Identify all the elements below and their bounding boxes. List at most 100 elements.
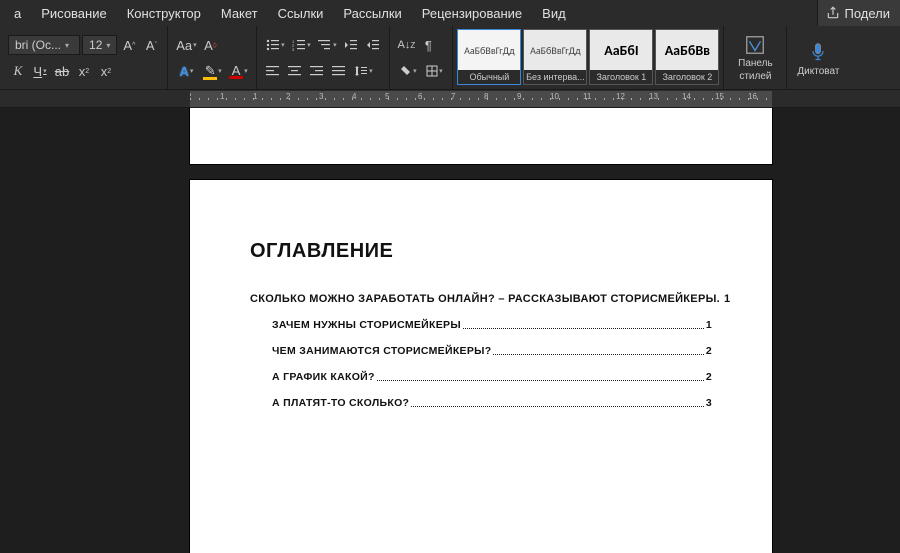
subscript-button[interactable]: x2 [74, 60, 94, 82]
toc-page: 2 [706, 371, 712, 383]
styles-pane-group: Панель стилей [724, 26, 787, 89]
toc-entry[interactable]: А ПЛАТЯТ-ТО СКОЛЬКО? 3 [250, 397, 712, 409]
increase-font-button[interactable]: A^ [119, 34, 139, 56]
ruler-tick: 5 [385, 92, 389, 101]
menu-item[interactable]: Рецензирование [412, 2, 532, 25]
horizontal-ruler[interactable]: 2112345678910111213141516 [190, 91, 772, 107]
menu-item[interactable]: Макет [211, 2, 268, 25]
ruler-tick: 8 [484, 92, 488, 101]
font-size-selector[interactable]: 12▾ [82, 35, 117, 55]
share-label: Подели [844, 6, 890, 21]
menu-item[interactable]: Рассылки [333, 2, 411, 25]
ruler-tick: 12 [616, 92, 625, 101]
ruler-tick: 7 [451, 92, 455, 101]
ruler-tick: 6 [418, 92, 422, 101]
menu-item[interactable]: Вид [532, 2, 576, 25]
numbering-button[interactable]: 123▾ [289, 34, 313, 56]
toc-text: А ГРАФИК КАКОЙ? [272, 371, 375, 383]
paragraph-extra-group: A↓Z ¶ ▾ ▾ [390, 26, 453, 89]
toc-entry[interactable]: А ГРАФИК КАКОЙ? 2 [250, 371, 712, 383]
toc-text: СКОЛЬКО МОЖНО ЗАРАБОТАТЬ ОНЛАЙН? – РАССК… [250, 293, 720, 305]
menu-item[interactable]: Ссылки [268, 2, 334, 25]
ruler-tick: 4 [352, 92, 356, 101]
highlight-button[interactable]: ✎▾ [200, 60, 224, 82]
increase-indent-button[interactable] [363, 34, 383, 56]
styles-pane-button[interactable]: Панель стилей [730, 30, 780, 86]
toc-page: 1 [706, 319, 712, 331]
toc-text: ЗАЧЕМ НУЖНЫ СТОРИСМЕЙКЕРЫ [272, 319, 461, 331]
style-normal[interactable]: АаБбВвГгДд Обычный [457, 29, 521, 85]
font-effects-group: Aa▾ A◊ A▾ ✎▾ A▾ [168, 26, 257, 89]
style-heading2[interactable]: АаБбВв Заголовок 2 [655, 29, 719, 85]
ruler-tick: 2 [286, 92, 290, 101]
style-no-spacing[interactable]: АаБбВвГгДд Без интерва... [523, 29, 587, 85]
voice-group: Диктоват [787, 26, 849, 89]
menu-item[interactable]: Рисование [31, 2, 116, 25]
document-area[interactable]: ОГЛАВЛЕНИЕ СКОЛЬКО МОЖНО ЗАРАБОТАТЬ ОНЛА… [0, 108, 900, 553]
paragraph-group: ▾ 123▾ ▾ ▾ [257, 26, 390, 89]
ruler-tick: 1 [253, 92, 257, 101]
ruler-tick: 1 [220, 92, 224, 101]
toc-leader [493, 345, 703, 355]
ruler-tick: 14 [682, 92, 691, 101]
page-previous[interactable] [190, 108, 772, 164]
dictate-button[interactable]: Диктоват [793, 30, 843, 86]
toc-page: 2 [706, 345, 712, 357]
align-center-button[interactable] [285, 60, 305, 82]
menu-item[interactable]: Конструктор [117, 2, 211, 25]
toc-page: 1 [724, 293, 730, 305]
share-icon [826, 6, 840, 20]
change-case-button[interactable]: Aa▾ [174, 34, 198, 56]
ruler-area: 2112345678910111213141516 [0, 90, 900, 108]
toc-entry[interactable]: ЗАЧЕМ НУЖНЫ СТОРИСМЕЙКЕРЫ 1 [250, 319, 712, 331]
toc-page: 3 [706, 397, 712, 409]
sort-button[interactable]: A↓Z [396, 34, 416, 56]
clear-formatting-button[interactable]: A◊ [200, 34, 220, 56]
svg-text:3: 3 [292, 47, 295, 51]
ruler-tick: 16 [748, 92, 757, 101]
shading-button[interactable]: ▾ [396, 60, 420, 82]
share-button[interactable]: Подели [817, 0, 900, 26]
strikethrough-button[interactable]: ab [52, 60, 72, 82]
show-marks-button[interactable]: ¶ [418, 34, 438, 56]
superscript-button[interactable]: x2 [96, 60, 116, 82]
font-color-button[interactable]: A▾ [226, 60, 250, 82]
align-left-button[interactable] [263, 60, 283, 82]
decrease-font-button[interactable]: Aˇ [141, 34, 161, 56]
font-name-selector[interactable]: bri (Ос...▾ [8, 35, 80, 55]
toc-entry[interactable]: ЧЕМ ЗАНИМАЮТСЯ СТОРИСМЕЙКЕРЫ? 2 [250, 345, 712, 357]
italic-button[interactable]: K [8, 60, 28, 82]
menu-bar: а Рисование Конструктор Макет Ссылки Рас… [0, 0, 900, 26]
styles-gallery: АаБбВвГгДд Обычный АаБбВвГгДд Без интерв… [453, 26, 724, 89]
microphone-icon [808, 40, 828, 64]
toc-text: А ПЛАТЯТ-ТО СКОЛЬКО? [272, 397, 409, 409]
ribbon: bri (Ос...▾ 12▾ A^ Aˇ K Ч▾ ab x2 x2 Aa▾ … [0, 26, 900, 90]
text-effects-button[interactable]: A▾ [174, 60, 198, 82]
document-heading[interactable]: ОГЛАВЛЕНИЕ [250, 240, 712, 263]
ruler-tick: 10 [550, 92, 559, 101]
toc-leader [463, 319, 704, 329]
ruler-tick: 15 [715, 92, 724, 101]
style-heading1[interactable]: АаБбІ Заголовок 1 [589, 29, 653, 85]
underline-button[interactable]: Ч▾ [30, 60, 50, 82]
toc-leader [411, 397, 704, 407]
bullets-button[interactable]: ▾ [263, 34, 287, 56]
table-of-contents[interactable]: СКОЛЬКО МОЖНО ЗАРАБОТАТЬ ОНЛАЙН? – РАССК… [250, 293, 712, 409]
decrease-indent-button[interactable] [341, 34, 361, 56]
toc-text: ЧЕМ ЗАНИМАЮТСЯ СТОРИСМЕЙКЕРЫ? [272, 345, 491, 357]
toc-entry[interactable]: СКОЛЬКО МОЖНО ЗАРАБОТАТЬ ОНЛАЙН? – РАССК… [250, 293, 712, 305]
menu-item[interactable]: а [4, 2, 31, 25]
ruler-tick: 3 [319, 92, 323, 101]
toc-leader [377, 371, 704, 381]
font-group: bri (Ос...▾ 12▾ A^ Aˇ K Ч▾ ab x2 x2 [2, 26, 168, 89]
ruler-tick: 9 [517, 92, 521, 101]
ruler-tick: 2 [190, 92, 191, 101]
ruler-tick: 11 [583, 92, 591, 101]
multilevel-list-button[interactable]: ▾ [315, 34, 339, 56]
borders-button[interactable]: ▾ [422, 60, 446, 82]
justify-button[interactable] [329, 60, 349, 82]
page-current[interactable]: ОГЛАВЛЕНИЕ СКОЛЬКО МОЖНО ЗАРАБОТАТЬ ОНЛА… [190, 180, 772, 553]
line-spacing-button[interactable]: ▾ [351, 60, 375, 82]
align-right-button[interactable] [307, 60, 327, 82]
ruler-tick: 13 [649, 92, 658, 101]
